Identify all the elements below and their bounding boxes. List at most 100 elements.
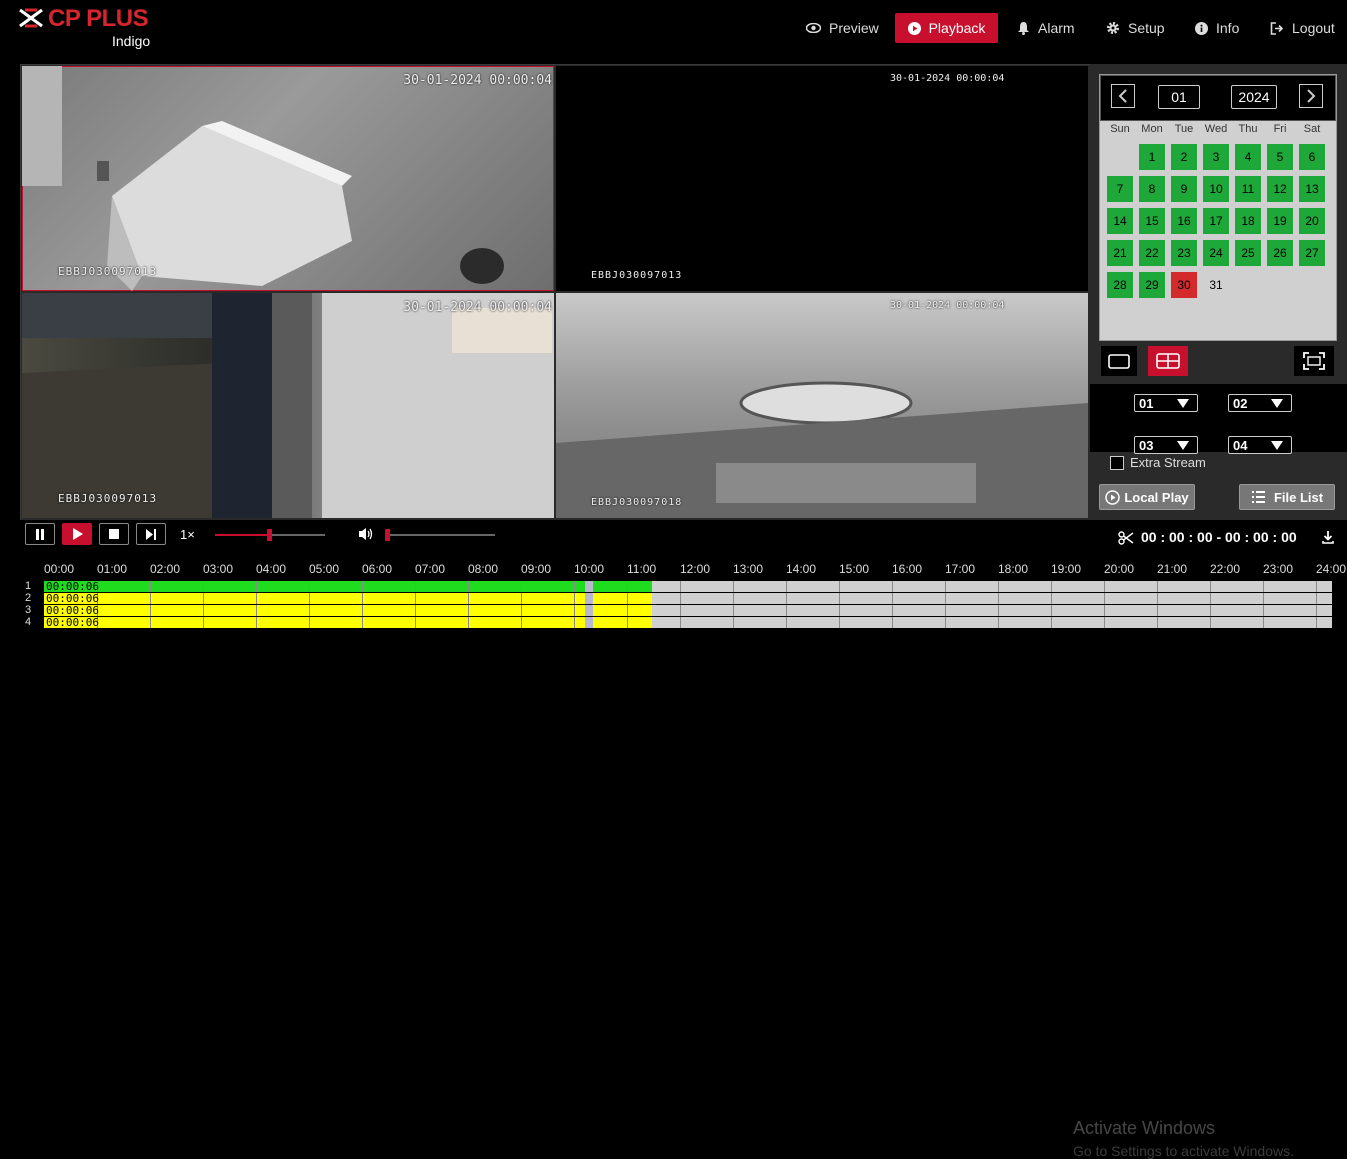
hour-gridline	[1316, 617, 1317, 628]
single-view-button[interactable]	[1101, 346, 1137, 376]
local-play-button[interactable]: Local Play	[1099, 484, 1195, 510]
hour-gridline	[627, 593, 628, 604]
segment-duration-label: 00:00:06	[46, 581, 99, 592]
channel-select-area: 01 02 03 04	[1090, 384, 1347, 454]
volume-icon[interactable]	[358, 527, 374, 541]
calendar-day[interactable]: 9	[1171, 176, 1197, 202]
channel-track[interactable]: 00:00:06	[44, 593, 1332, 604]
calendar-day[interactable]: 24	[1203, 240, 1229, 266]
channel-track[interactable]: 00:00:06	[44, 617, 1332, 628]
next-month-button[interactable]	[1299, 84, 1323, 108]
file-list-label: File List	[1273, 489, 1324, 505]
calendar-day[interactable]: 23	[1171, 240, 1197, 266]
hour-gridline	[892, 617, 893, 628]
calendar-day[interactable]: 7	[1107, 176, 1133, 202]
timeline-hour-label: 14:00	[786, 562, 817, 576]
calendar-day[interactable]: 19	[1267, 208, 1293, 234]
hour-gridline	[362, 581, 363, 592]
calendar-day[interactable]: 14	[1107, 208, 1133, 234]
video-tile-4[interactable]: 30-01-2024 00:00:04 EBBJ030097018	[556, 293, 1088, 518]
nav-alarm[interactable]: Alarm	[1017, 13, 1075, 43]
calendar-day[interactable]: 26	[1267, 240, 1293, 266]
timeline[interactable]: 00:00 01:00 02:00 03:00 04:00 05:00 06:00 07:00…	[0, 550, 1347, 1159]
calendar-day[interactable]: 1	[1139, 144, 1165, 170]
extra-stream-checkbox[interactable]	[1110, 455, 1124, 470]
nav-playback[interactable]: Playback	[895, 13, 998, 43]
timeline-hour-label: 11:00	[627, 562, 657, 576]
stop-icon	[109, 529, 119, 539]
download-icon[interactable]	[1322, 531, 1334, 544]
calendar-day[interactable]: 30	[1171, 272, 1197, 298]
hour-gridline	[150, 617, 151, 628]
volume-slider-handle[interactable]	[385, 529, 390, 541]
progress-slider-handle[interactable]	[267, 529, 272, 541]
calendar-day[interactable]: 4	[1235, 144, 1261, 170]
calendar-day[interactable]: 17	[1203, 208, 1229, 234]
nav-setup[interactable]: Setup	[1106, 13, 1165, 43]
calendar-day[interactable]: 13	[1299, 176, 1325, 202]
calendar-day[interactable]: 12	[1267, 176, 1293, 202]
local-play-label: Local Play	[1124, 489, 1189, 505]
volume-slider[interactable]	[385, 529, 495, 541]
scissors-icon[interactable]	[1118, 531, 1134, 545]
nav-label: Info	[1216, 20, 1240, 36]
calendar-day[interactable]: 16	[1171, 208, 1197, 234]
recording-gap	[585, 581, 593, 592]
brand-subtitle: Indigo	[112, 33, 151, 49]
extra-stream-label: Extra Stream	[1130, 455, 1206, 470]
calendar-day[interactable]: 25	[1235, 240, 1261, 266]
hour-gridline	[1210, 593, 1211, 604]
stop-button[interactable]	[99, 523, 129, 545]
video-tile-1[interactable]: 30-01-2024 00:00:04 EBBJ030097013	[22, 66, 554, 291]
osd-timestamp: 30-01-2024 00:00:04	[890, 300, 1005, 311]
fullscreen-button[interactable]	[1294, 346, 1334, 376]
video-tile-3[interactable]: 30-01-2024 00:00:04 EBBJ030097013	[22, 293, 554, 518]
calendar-day[interactable]: 2	[1171, 144, 1197, 170]
calendar-day[interactable]: 11	[1235, 176, 1261, 202]
video-tile-2[interactable]: 30-01-2024 00:00:04 EBBJ030097013	[556, 66, 1088, 291]
calendar-day[interactable]: 31	[1203, 272, 1229, 298]
quad-view-button[interactable]	[1148, 346, 1188, 376]
timeline-hour-label: 12:00	[680, 562, 711, 576]
nav-info[interactable]: Info	[1195, 13, 1239, 43]
calendar-day[interactable]: 3	[1203, 144, 1229, 170]
channel-row-number: 3	[25, 604, 32, 616]
hour-gridline	[521, 617, 522, 628]
channel-track[interactable]: 00:00:06	[44, 581, 1332, 592]
month-field[interactable]: 01	[1158, 85, 1200, 109]
osd-timestamp: 30-01-2024 00:00:04	[890, 73, 1005, 84]
calendar-day[interactable]: 20	[1299, 208, 1325, 234]
prev-month-button[interactable]	[1111, 84, 1135, 108]
progress-slider[interactable]	[215, 529, 325, 541]
calendar-day[interactable]: 5	[1267, 144, 1293, 170]
play-button[interactable]	[62, 523, 92, 545]
channel-4-select[interactable]: 04	[1228, 436, 1292, 454]
hour-gridline	[733, 593, 734, 604]
channel-1-select[interactable]: 01	[1134, 394, 1198, 412]
calendar-day[interactable]: 27	[1299, 240, 1325, 266]
calendar-day[interactable]: 8	[1139, 176, 1165, 202]
channel-3-select[interactable]: 03	[1134, 436, 1198, 454]
channel-track[interactable]: 00:00:06	[44, 605, 1332, 616]
calendar-day[interactable]: 15	[1139, 208, 1165, 234]
nav-preview[interactable]: Preview	[806, 13, 879, 43]
timeline-hour-label: 10:00	[574, 562, 605, 576]
list-icon	[1251, 491, 1265, 503]
calendar-day[interactable]: 28	[1107, 272, 1133, 298]
year-field[interactable]: 2024	[1231, 85, 1277, 109]
calendar-day[interactable]: 6	[1299, 144, 1325, 170]
channel-2-select[interactable]: 02	[1228, 394, 1292, 412]
pause-button[interactable]	[25, 523, 55, 545]
calendar-day[interactable]: 29	[1139, 272, 1165, 298]
calendar-day[interactable]: 18	[1235, 208, 1261, 234]
next-frame-button[interactable]	[136, 523, 166, 545]
channel-4-value: 04	[1233, 437, 1248, 453]
nav-logout[interactable]: Logout	[1270, 13, 1335, 43]
file-list-button[interactable]: File List	[1239, 484, 1335, 510]
calendar-day[interactable]: 22	[1139, 240, 1165, 266]
hour-gridline	[1316, 593, 1317, 604]
calendar-day[interactable]: 10	[1203, 176, 1229, 202]
recording-gap	[585, 617, 593, 628]
calendar-day[interactable]: 21	[1107, 240, 1133, 266]
weekday-label: Sat	[1303, 123, 1321, 135]
